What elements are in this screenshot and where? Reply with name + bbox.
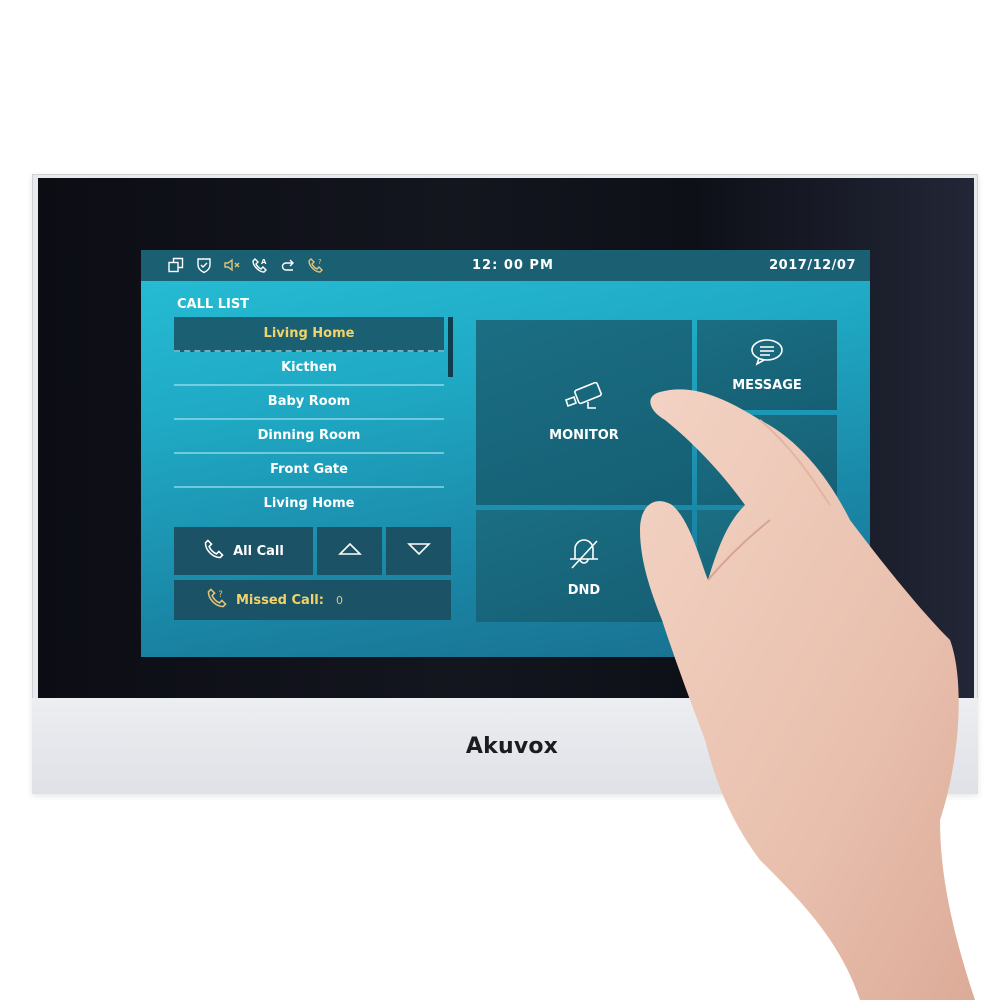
list-item[interactable]: Kicthen (174, 351, 444, 386)
phone-icon (203, 538, 225, 564)
status-bar: A ? 12: 00 PM 2017/12/07 (141, 250, 870, 281)
blank-tile[interactable] (697, 415, 837, 505)
svg-text:?: ? (318, 258, 322, 266)
triangle-up-icon (337, 541, 362, 561)
blank-tile[interactable] (697, 510, 837, 622)
chat-bubble-icon (750, 338, 784, 370)
brand-logo: Akuvox (465, 734, 559, 759)
message-label: MESSAGE (732, 377, 802, 393)
speaker-muted-icon[interactable] (222, 255, 242, 275)
list-item[interactable]: Dinning Room (174, 419, 444, 454)
missed-call-count: 0 (335, 593, 343, 607)
list-item[interactable]: Living Home (174, 317, 444, 352)
monitor-tile[interactable]: MONITOR (476, 320, 692, 505)
bell-off-icon (567, 535, 601, 575)
device-chin: Akuvox (32, 698, 978, 794)
call-list: Living Home Kicthen Baby Room Dinning Ro… (174, 317, 445, 522)
multi-window-icon[interactable] (166, 255, 186, 275)
all-call-button[interactable]: All Call (174, 527, 313, 575)
shield-check-icon[interactable] (194, 255, 214, 275)
touch-screen: A ? 12: 00 PM 2017/12/07 CALL LIST Livin… (141, 250, 870, 657)
list-item[interactable]: Living Home (174, 487, 444, 520)
camera-icon (562, 381, 606, 420)
triangle-down-icon (406, 541, 431, 561)
call-list-title: CALL LIST (177, 297, 250, 312)
svg-text:?: ? (218, 590, 223, 600)
all-call-label: All Call (233, 543, 284, 559)
list-item[interactable]: Front Gate (174, 453, 444, 488)
missed-call-button[interactable]: ? Missed Call: 0 (174, 580, 451, 620)
list-scrollbar[interactable] (448, 317, 453, 377)
status-icons: A ? (166, 255, 326, 275)
scroll-down-button[interactable] (386, 527, 451, 575)
phone-missed-icon[interactable]: ? (306, 255, 326, 275)
clock-time: 12: 00 PM (472, 258, 554, 273)
missed-call-label: Missed Call: (236, 592, 324, 608)
svg-text:A: A (261, 258, 267, 266)
monitor-label: MONITOR (549, 428, 619, 443)
phone-auto-answer-icon[interactable]: A (250, 255, 270, 275)
message-tile[interactable]: MESSAGE (697, 320, 837, 410)
dnd-label: DND (567, 582, 601, 598)
list-item[interactable]: Baby Room (174, 385, 444, 420)
phone-missed-icon: ? (206, 587, 228, 613)
dnd-tile[interactable]: DND (476, 510, 692, 622)
clock-date: 2017/12/07 (769, 258, 856, 273)
scroll-up-button[interactable] (317, 527, 382, 575)
forward-icon[interactable] (278, 255, 298, 275)
